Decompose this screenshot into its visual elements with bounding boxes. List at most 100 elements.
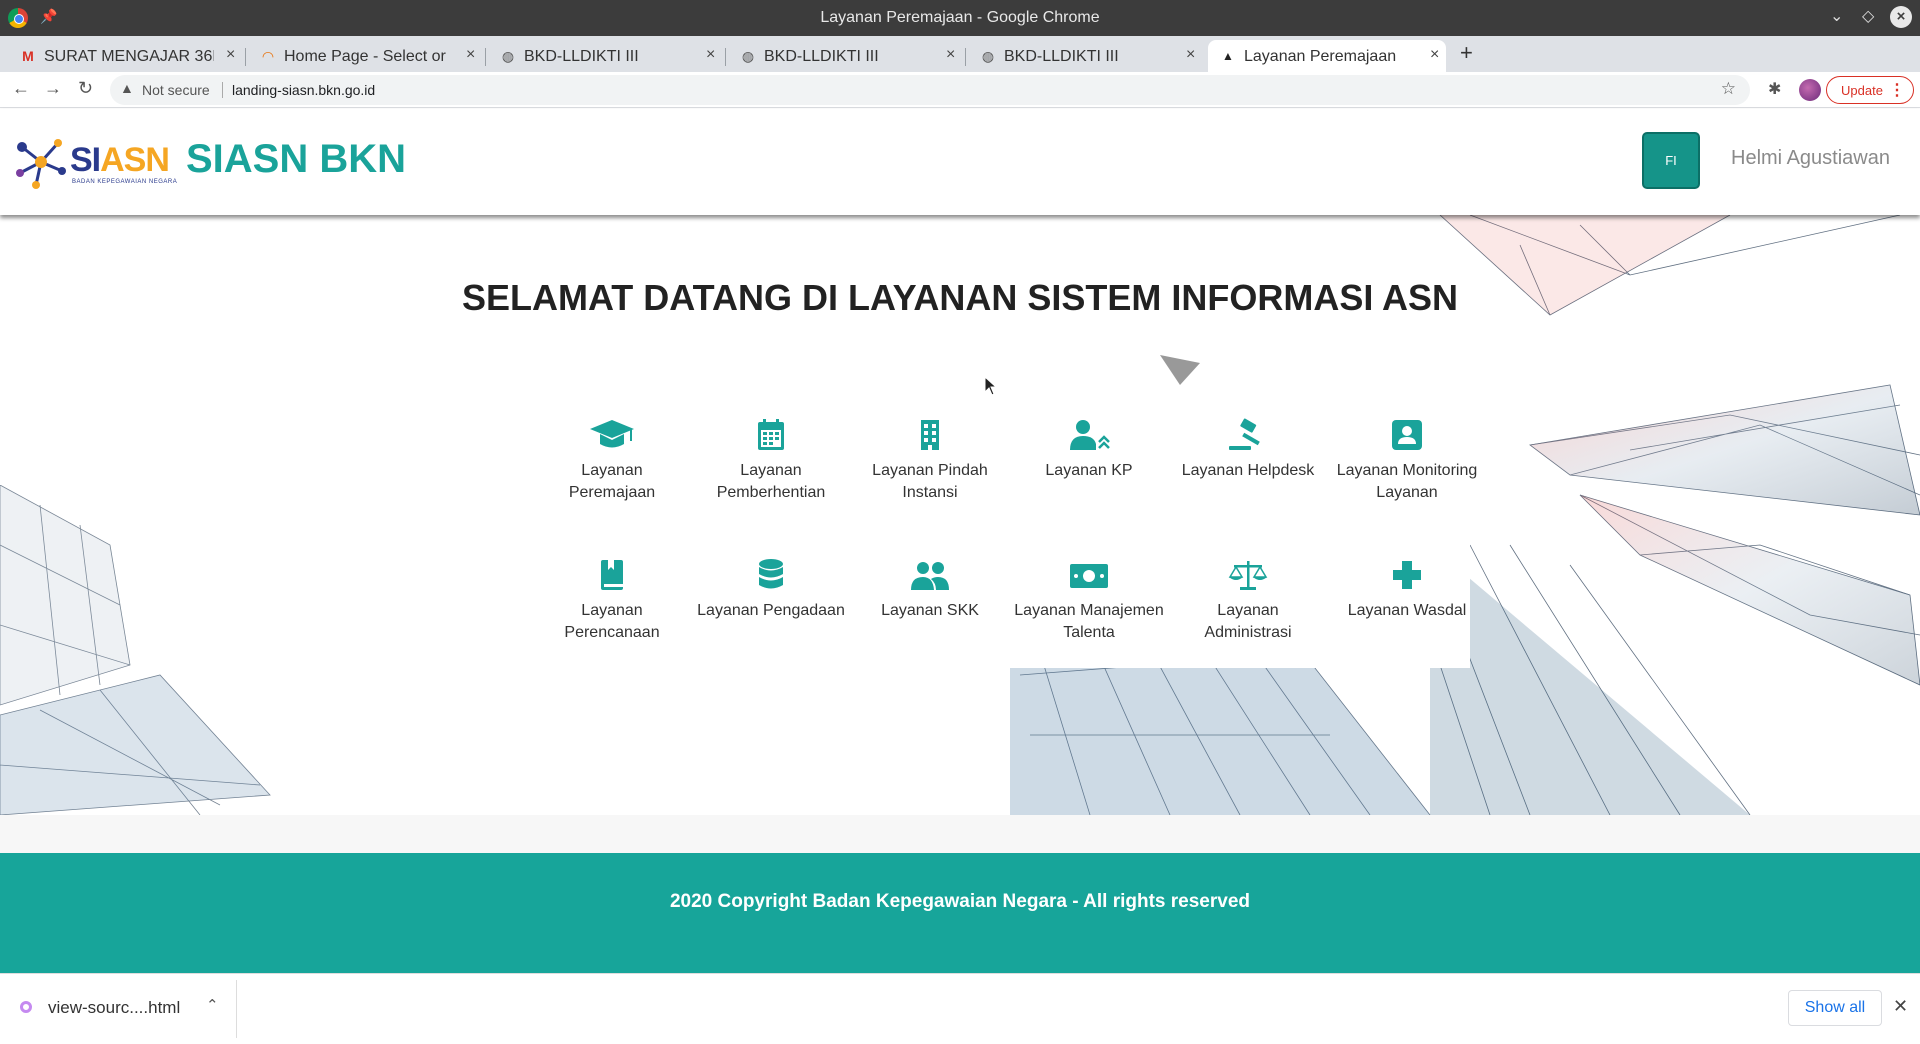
close-tab-icon[interactable]: × <box>706 46 715 64</box>
service-layanan-wasdal[interactable]: Layanan Wasdal <box>1332 558 1482 622</box>
service-layanan-pengadaan[interactable]: Layanan Pengadaan <box>696 558 846 622</box>
tab-label: Home Page - Select or c <box>284 48 450 65</box>
tab-home-page[interactable]: ◠ Home Page - Select or c × <box>248 40 486 72</box>
site-footer: 2020 Copyright Badan Kepegawaian Negara … <box>0 853 1920 973</box>
globe-icon: ◍ <box>501 48 515 64</box>
service-layanan-kp[interactable]: Layanan KP <box>1014 418 1164 482</box>
users-icon <box>911 562 949 590</box>
gavel-icon <box>1229 418 1260 450</box>
balance-scale-icon <box>1228 561 1268 590</box>
service-layanan-monitoring[interactable]: Layanan Monitoring Layanan <box>1332 418 1482 504</box>
warning-icon: ▲ <box>120 80 134 96</box>
service-label: Layanan Wasdal <box>1347 602 1467 619</box>
download-item[interactable]: view-sourc....html <box>48 998 180 1018</box>
tab-label: BKD-LLDIKTI III <box>1004 48 1119 65</box>
service-layanan-manajemen-talenta[interactable]: Layanan Manajemen Talenta <box>1014 558 1164 644</box>
service-label: Layanan Pengadaan <box>697 602 845 619</box>
service-label: Layanan Pemberhentian <box>716 462 826 501</box>
tab-label: SURAT MENGAJAR 36PL <box>44 48 214 65</box>
tab-label: BKD-LLDIKTI III <box>764 48 879 65</box>
maximize-icon[interactable]: ◇ <box>1862 6 1874 26</box>
file-icon <box>20 1001 32 1013</box>
new-tab-button[interactable]: + <box>1460 40 1473 66</box>
reload-icon[interactable]: ↻ <box>78 78 93 99</box>
close-tab-icon[interactable]: × <box>226 46 235 64</box>
chevron-down-icon[interactable]: ⌄ <box>1830 6 1843 26</box>
gmail-icon: M <box>22 48 34 64</box>
close-tab-icon[interactable]: × <box>1430 46 1439 64</box>
window-titlebar: 📌 Layanan Peremajaan - Google Chrome ⌄ ◇… <box>0 0 1920 36</box>
close-shelf-icon[interactable]: ✕ <box>1893 996 1908 1017</box>
forward-icon[interactable]: → <box>44 78 62 99</box>
update-button[interactable]: Update ⋮ <box>1826 76 1914 104</box>
tab-strip: M SURAT MENGAJAR 36PL × ◠ Home Page - Se… <box>0 36 1920 72</box>
close-window-icon[interactable]: × <box>1890 6 1912 28</box>
service-layanan-pemberhentian[interactable]: Layanan Pemberhentian <box>696 418 846 504</box>
service-layanan-administrasi[interactable]: Layanan Administrasi <box>1173 558 1323 644</box>
brand-title[interactable]: SIASN BKN <box>186 137 406 182</box>
services-grid: Layanan Peremajaan Layanan Pemberhentian <box>496 385 1477 668</box>
calendar-icon <box>758 419 784 450</box>
security-label: Not secure <box>142 82 210 98</box>
service-label: Layanan Peremajaan <box>568 462 656 501</box>
globe-icon: ◍ <box>741 48 755 64</box>
service-layanan-skk[interactable]: Layanan SKK <box>855 558 1005 622</box>
service-layanan-helpdesk[interactable]: Layanan Helpdesk <box>1173 418 1323 482</box>
menu-dots-icon: ⋮ <box>1889 82 1905 99</box>
id-badge-icon <box>1392 420 1422 450</box>
extensions-icon[interactable]: ✱ <box>1768 79 1781 99</box>
service-label: Layanan Pindah Instansi <box>872 462 988 501</box>
logo-wordmark: SIASN <box>70 141 170 179</box>
service-label: Layanan Manajemen Talenta <box>1014 602 1164 641</box>
show-all-button[interactable]: Show all <box>1788 990 1882 1026</box>
back-icon[interactable]: ← <box>12 78 30 99</box>
network-decoration-left <box>0 485 271 815</box>
tab-surat-mengajar[interactable]: M SURAT MENGAJAR 36PL × <box>0 40 246 72</box>
service-layanan-pindah-instansi[interactable]: Layanan Pindah Instansi <box>855 418 1005 504</box>
triangle-icon: ▲ <box>1222 49 1234 63</box>
plus-icon <box>1393 561 1421 589</box>
service-label: Layanan Helpdesk <box>1181 462 1315 479</box>
user-name[interactable]: Helmi Agustiawan <box>1731 147 1890 170</box>
tab-label: BKD-LLDIKTI III <box>524 48 639 65</box>
database-icon <box>759 559 783 589</box>
close-tab-icon[interactable]: × <box>466 46 475 64</box>
tab-bkd-lldikti-3[interactable]: ◍ BKD-LLDIKTI III × <box>968 40 1200 72</box>
welcome-heading: SELAMAT DATANG DI LAYANAN SISTEM INFORMA… <box>461 277 1459 318</box>
graduation-cap-icon <box>590 420 634 448</box>
tab-layanan-peremajaan[interactable]: ▲ Layanan Peremajaan × <box>1208 40 1446 72</box>
browser-toolbar: ← → ↻ ▲ Not secure landing-siasn.bkn.go.… <box>0 72 1920 108</box>
chevron-up-icon[interactable]: ⌃ <box>206 996 219 1014</box>
download-shelf: view-sourc....html ⌃ Show all ✕ <box>0 973 1920 1044</box>
site-header: SIASN BADAN KEPEGAWAIAN NEGARA SIASN BKN… <box>0 109 1920 215</box>
service-layanan-peremajaan[interactable]: Layanan Peremajaan <box>537 418 687 504</box>
globe-icon: ◍ <box>981 48 995 64</box>
service-label: Layanan Monitoring Layanan <box>1336 462 1478 501</box>
tab-bkd-lldikti-1[interactable]: ◍ BKD-LLDIKTI III × <box>488 40 726 72</box>
building-icon <box>921 420 939 450</box>
address-bar[interactable]: ▲ Not secure landing-siasn.bkn.go.id ☆ <box>110 75 1750 105</box>
logo-subtitle: BADAN KEPEGAWAIAN NEGARA <box>72 179 178 185</box>
url-text[interactable]: landing-siasn.bkn.go.id <box>232 82 375 98</box>
book-icon <box>601 560 623 590</box>
close-tab-icon[interactable]: × <box>1186 46 1195 64</box>
mouse-cursor-icon <box>984 376 998 396</box>
copyright-text: 2020 Copyright Badan Kepegawaian Negara … <box>669 891 1251 912</box>
service-label: Layanan Administrasi <box>1204 602 1292 641</box>
bookmark-star-icon[interactable]: ☆ <box>1721 79 1736 99</box>
close-tab-icon[interactable]: × <box>946 46 955 64</box>
service-label: Layanan KP <box>1045 462 1133 479</box>
money-bill-icon <box>1070 564 1108 588</box>
window-title: Layanan Peremajaan - Google Chrome <box>820 9 1100 26</box>
user-promotion-icon <box>1070 420 1110 450</box>
service-label: Layanan SKK <box>881 602 979 619</box>
footer-spacer <box>0 815 1920 853</box>
siasn-logo-icon[interactable] <box>14 135 68 189</box>
service-layanan-perencanaan[interactable]: Layanan Perencanaan <box>537 558 687 644</box>
profile-avatar[interactable] <box>1799 79 1821 101</box>
loading-icon: ◠ <box>261 48 275 64</box>
update-label: Update <box>1841 83 1883 98</box>
tab-label: Layanan Peremajaan <box>1244 48 1397 65</box>
tab-bkd-lldikti-2[interactable]: ◍ BKD-LLDIKTI III × <box>728 40 966 72</box>
user-avatar-button[interactable]: FI <box>1642 132 1700 189</box>
